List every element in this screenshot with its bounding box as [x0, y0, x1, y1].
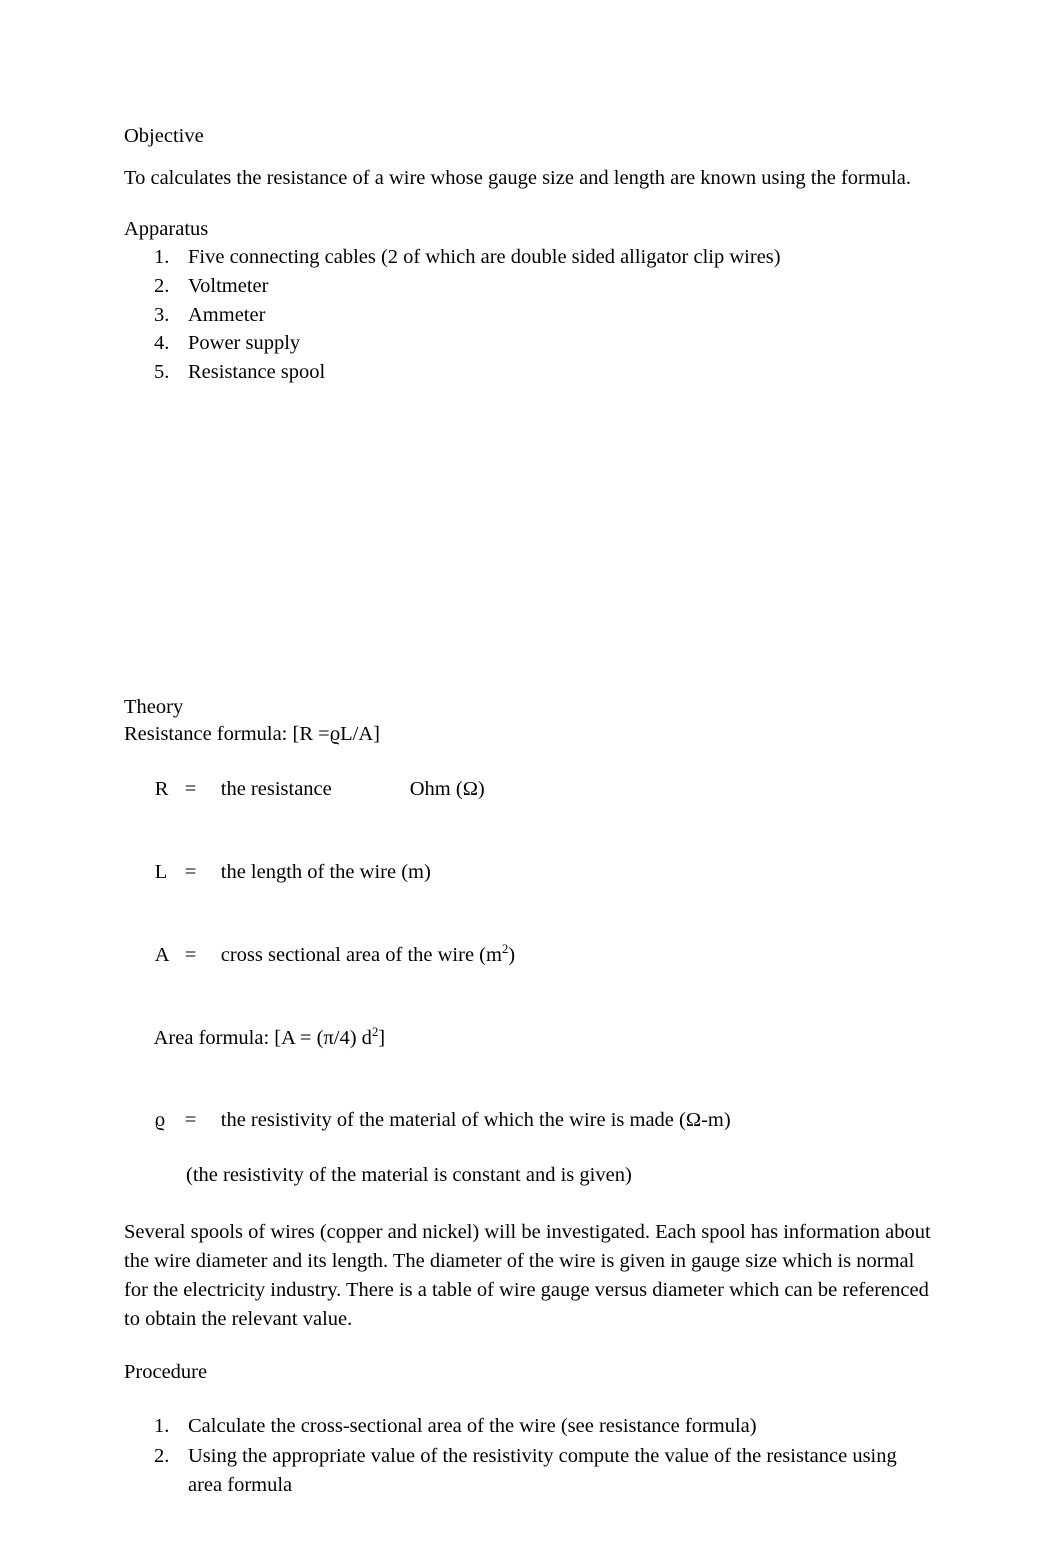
definition-equals: = — [184, 860, 197, 883]
definition-symbol: L — [154, 860, 168, 883]
list-item: 2. Voltmeter — [124, 272, 934, 301]
area-formula-prefix: Area formula: [A = (π/4) d — [153, 1026, 372, 1049]
apparatus-heading: Apparatus — [124, 218, 209, 240]
list-item-text: Using the appropriate value of the resis… — [188, 1444, 897, 1497]
list-marker: 2. — [154, 1444, 170, 1467]
procedure-list: 1. Calculate the cross-sectional area of… — [124, 1412, 934, 1501]
definition-symbol: ϱ — [154, 1109, 166, 1132]
list-item: 1. Five connecting cables (2 of which ar… — [124, 243, 934, 272]
theory-heading: Theory — [124, 695, 184, 718]
resistivity-note: (the resistivity of the material is cons… — [186, 1164, 632, 1187]
list-item: 1. Calculate the cross-sectional area of… — [124, 1412, 934, 1442]
list-item-text: Voltmeter — [188, 274, 269, 297]
definition-symbol: A — [154, 943, 170, 966]
definition-equals: = — [184, 1109, 197, 1132]
list-marker: 1. — [154, 246, 170, 268]
list-item: 5. Resistance spool — [124, 358, 934, 387]
list-item-text: Five connecting cables (2 of which are d… — [188, 246, 781, 268]
area-formula-suffix: ] — [378, 1026, 386, 1049]
list-item-text: Calculate the cross-sectional area of th… — [188, 1415, 757, 1438]
definition-description: cross sectional area of the wire (m — [220, 943, 502, 966]
apparatus-list: 1. Five connecting cables (2 of which ar… — [124, 243, 934, 387]
list-item: 2. Using the appropriate value of the re… — [124, 1442, 934, 1501]
definition-description: the length of the wire (m) — [220, 860, 431, 883]
definition-area: A = cross sectional area of the wire (m2) — [124, 914, 934, 997]
list-item-text: Power supply — [188, 332, 301, 355]
list-marker: 5. — [154, 361, 170, 384]
procedure-heading: Procedure — [124, 1361, 208, 1384]
document-body: Objective To calculates the resistance o… — [124, 122, 934, 1501]
definition-resistance: R = the resistance Ohm (Ω) — [124, 749, 934, 832]
definition-description: the resistivity of the material of which… — [220, 1109, 731, 1132]
definition-description: the resistance — [220, 778, 332, 801]
list-marker: 4. — [154, 332, 170, 355]
objective-heading: Objective — [124, 125, 204, 147]
blank-region — [124, 387, 934, 693]
list-marker: 3. — [154, 303, 170, 326]
definition-equals: = — [184, 943, 197, 966]
list-item: 3. Ammeter — [124, 301, 934, 330]
document-page: Objective To calculates the resistance o… — [0, 0, 1062, 1561]
resistance-formula: Resistance formula: [R =ϱL/A] — [124, 722, 380, 745]
list-marker: 2. — [154, 274, 170, 297]
definition-equals: = — [184, 778, 197, 801]
objective-body: To calculates the resistance of a wire w… — [124, 167, 911, 189]
list-marker: 1. — [154, 1415, 170, 1438]
definition-unit: Ohm (Ω) — [409, 778, 485, 801]
definition-symbol: R — [154, 778, 169, 801]
theory-discussion: Several spools of wires (copper and nick… — [124, 1221, 931, 1331]
list-item-text: Resistance spool — [188, 361, 326, 384]
definition-resistivity: ϱ = the resistivity of the material of whi… — [124, 1080, 934, 1163]
list-item: 4. Power supply — [124, 329, 934, 358]
definition-description-tail: ) — [508, 943, 516, 966]
list-item-text: Ammeter — [188, 303, 266, 326]
definition-length: L = the length of the wire (m) — [124, 831, 934, 914]
area-formula: Area formula: [A = (π/4) d2] — [124, 997, 934, 1080]
